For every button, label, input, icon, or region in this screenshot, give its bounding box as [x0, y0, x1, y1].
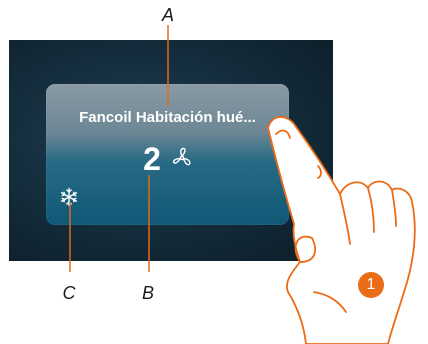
step-badge: 1 — [358, 272, 384, 298]
